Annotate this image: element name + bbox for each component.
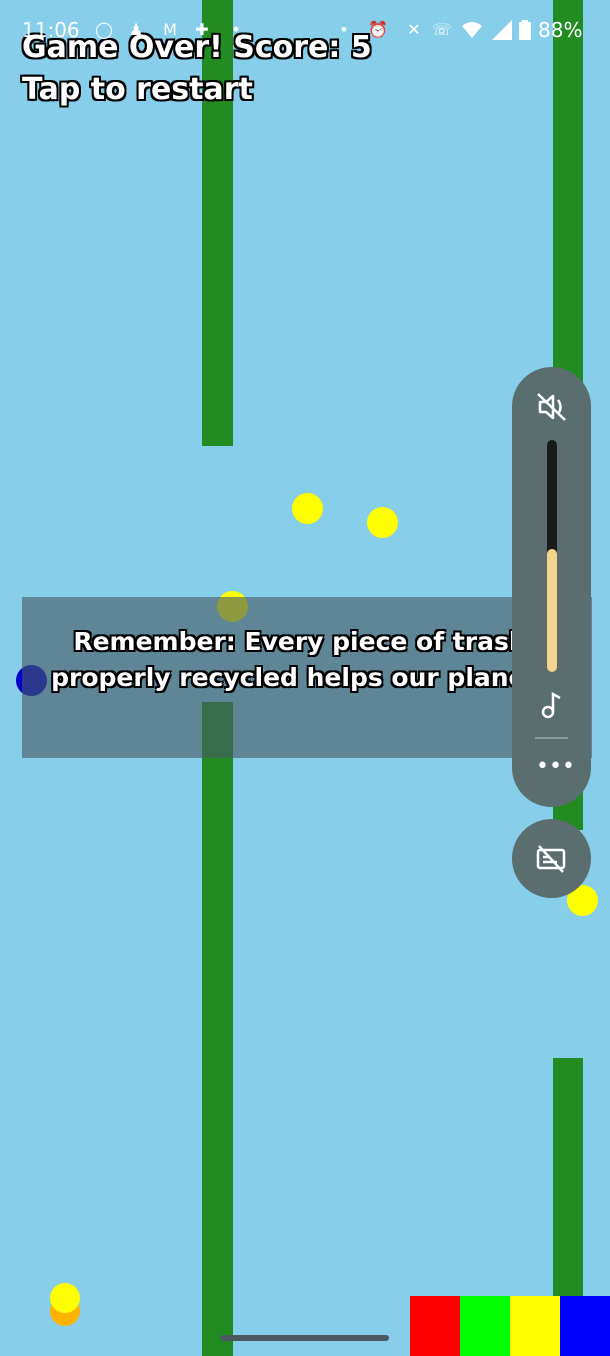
bin-green[interactable] [460, 1296, 510, 1356]
restart-prompt[interactable]: Tap to restart [22, 72, 253, 107]
coin [50, 1283, 80, 1313]
battery-icon [518, 20, 532, 40]
coin [292, 493, 323, 524]
music-note-icon[interactable] [538, 690, 566, 720]
status-time: 11:06 [22, 18, 80, 42]
dot-icon: • [339, 20, 349, 39]
game-icon: ✚ [195, 20, 209, 39]
signal-icon [492, 20, 512, 40]
volume-off-icon[interactable] [534, 389, 570, 425]
home-gesture-bar[interactable] [220, 1335, 389, 1341]
bin-blue[interactable] [560, 1296, 610, 1356]
battery-percent: 88% [538, 18, 583, 42]
captions-off-icon [535, 843, 567, 875]
alarm-icon: ⏰ [368, 20, 388, 39]
snapchat-icon: ♟ [128, 20, 144, 39]
bin-red[interactable] [410, 1296, 460, 1356]
wifi-icon [462, 20, 482, 40]
whatsapp-icon: ◯ [95, 20, 113, 39]
more-icon[interactable]: ••• [536, 756, 575, 778]
captions-button[interactable] [512, 819, 591, 898]
status-bar: 11:06 ◯ ♟ M ✚ • • ⏰ ✕ ☏ 88% [0, 0, 610, 60]
wifi-call-icon: ☏ [432, 20, 453, 39]
recycling-message: Remember: Every piece of trash properly … [51, 627, 549, 692]
mute-icon: ✕ [407, 20, 421, 39]
divider [535, 737, 568, 739]
dot-icon: • [231, 20, 241, 39]
volume-level [547, 549, 557, 672]
pipe-top-left [202, 0, 233, 446]
gmail-icon: M [163, 20, 177, 39]
coin [367, 507, 398, 538]
bin-yellow[interactable] [510, 1296, 560, 1356]
pipe-bottom-left [202, 702, 233, 1356]
